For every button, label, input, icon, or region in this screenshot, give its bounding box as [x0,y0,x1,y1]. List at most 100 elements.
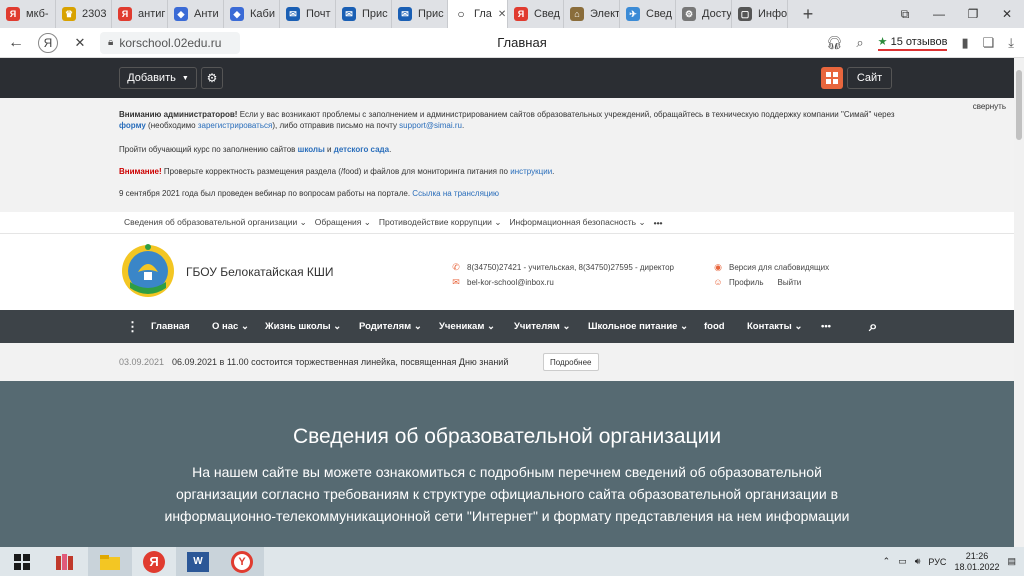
bookmark-icon[interactable]: ▮ [961,35,968,51]
restore-button[interactable]: ❐ [956,0,990,28]
close-tab-icon[interactable]: ✕ [498,9,506,20]
nav-item-students[interactable]: Ученикам ⌄ [439,321,495,332]
lock-icon: 🔒︎ [108,37,114,48]
user-icon: ☺ [713,277,723,287]
yandex-app-icon[interactable]: Я [132,547,176,576]
word-app-icon[interactable]: W [176,547,220,576]
more-button[interactable]: Подробнее [543,353,599,371]
address-bar: ← Я ✕ 🔒︎ korschool.02edu.ru Главная 🎧︎ ⌕… [0,28,1024,58]
school-course-link[interactable]: школы [298,145,325,154]
star-icon: ★ [877,35,888,48]
support-email-link[interactable]: support@simai.ru [399,121,462,130]
school-name[interactable]: ГБОУ Белокатайская КШИ [186,265,334,279]
browser-tab[interactable]: ✉ Почт [280,0,336,28]
nav-item-food-service[interactable]: Школьное питание ⌄ [588,321,688,332]
scrollbar-thumb[interactable] [1016,70,1022,140]
nav-item-home[interactable]: Главная [151,321,190,332]
browser-tab[interactable]: Я Свед [508,0,564,28]
back-button[interactable]: ← [0,34,32,52]
crest-icon: ♛ [62,7,76,21]
notifications-icon[interactable]: ▤ [1007,556,1016,567]
news-text[interactable]: 06.09.2021 в 11.00 состоится торжественн… [172,357,508,367]
profile-link[interactable]: Профиль [729,275,764,290]
search-icon[interactable]: ⌕ [869,318,877,335]
page-scrollbar[interactable] [1014,58,1024,547]
browser-tab[interactable]: ♛ 2303 [56,0,112,28]
user-actions: ◉ Версия для слабовидящих ☺ Профиль Выйти [713,260,829,290]
volume-icon[interactable]: 🔊︎ [915,556,921,567]
chevron-down-icon: ⌄ [794,321,803,332]
chevron-down-icon: ⌄ [494,217,502,227]
register-link[interactable]: зарегистрироваться [198,121,272,130]
download-icon[interactable]: ⤓ [1008,35,1014,51]
browser-tab-label: мкб- [26,8,49,20]
info-menu-item-svedeniya[interactable]: Сведения об образовательной организации … [124,217,307,228]
info-menu-item-security[interactable]: Информационная безопасность ⌄ [509,217,645,228]
clock[interactable]: 21:26 18.01.2022 [954,551,999,573]
nav-item-school-life[interactable]: Жизнь школы ⌄ [265,321,341,332]
windows-start-icon[interactable] [0,547,44,576]
collections-icon[interactable]: ⧉ [888,0,922,28]
bashkortostan-emblem-icon[interactable] [120,242,176,300]
reviews-badge[interactable]: ★ 15 отзывов [877,35,948,51]
grid-button[interactable] [821,67,843,89]
browser-tab[interactable]: ▢ Инфо [732,0,788,28]
settings-button[interactable]: ⚙ [201,67,223,89]
search-icon[interactable]: ⌕ [856,35,863,51]
kindergarten-course-link[interactable]: детского сада [334,145,389,154]
hero-title: Сведения об образовательной организации [292,425,722,448]
nav-item-teachers[interactable]: Учителям ⌄ [514,321,570,332]
form-link[interactable]: форму [119,121,146,130]
more-dots-icon[interactable]: ••• [654,218,663,228]
instruction-link[interactable]: инструкции [510,167,552,176]
email-text[interactable]: bel-kor-school@inbox.ru [467,275,554,290]
yandex-home-button[interactable]: Я [38,32,58,53]
info-menu-item-anticorruption[interactable]: Противодействие коррупции ⌄ [379,217,502,228]
vision-version-link[interactable]: ◉ Версия для слабовидящих [713,260,829,275]
nav-item-parents[interactable]: Родителям ⌄ [359,321,422,332]
browser-tab[interactable]: ✉ Прис [392,0,448,28]
network-icon[interactable]: ▭ [898,556,907,567]
library-app-icon[interactable] [44,547,88,576]
browser-tab-label: Свед [534,8,560,20]
add-button[interactable]: Добавить ▼ [119,67,197,89]
browser-tab[interactable]: Ямкб- [0,0,56,28]
browser-tab[interactable]: ⌂ Элект [564,0,620,28]
language-indicator[interactable]: РУС [928,557,946,567]
yandex-icon: Я [514,7,528,21]
new-tab-button[interactable]: + [794,0,822,28]
close-window-button[interactable]: ✕ [990,0,1024,28]
site-button[interactable]: Сайт [847,67,892,89]
browser-tab[interactable]: ○ Гла ✕ [448,0,508,28]
menu-dots-icon[interactable]: ⋮ [126,319,139,335]
school-icon: ⌂ [570,7,584,21]
stop-loading-button[interactable]: ✕ [64,35,96,51]
nav-item-contacts[interactable]: Контакты ⌄ [747,321,802,332]
more-dots-icon[interactable]: ••• [821,321,831,332]
chevron-down-icon: ⌄ [333,321,342,332]
chevron-down-icon: ⌄ [562,321,571,332]
yandex-browser-icon[interactable]: Y [220,547,264,576]
site-header: ГБОУ Белокатайская КШИ ✆ 8(34750)27421 - … [0,234,1014,310]
file-explorer-icon[interactable] [88,547,132,576]
chevron-down-icon: ⌄ [638,217,646,227]
logout-link[interactable]: Выйти [778,275,802,290]
chevron-up-icon[interactable]: ⌃ [883,556,891,567]
info-menu-item-obrascheniya[interactable]: Обращения ⌄ [315,217,371,228]
browser-tab[interactable]: ✉ Прис [336,0,392,28]
caret-down-icon: ▼ [181,74,189,82]
extensions-icon[interactable]: ❏ [983,35,995,51]
broadcast-link[interactable]: Ссылка на трансляцию [412,189,499,198]
url-field[interactable]: 🔒︎ korschool.02edu.ru [100,31,240,54]
headphones-icon[interactable]: 🎧︎ [826,35,843,51]
minimize-button[interactable]: — [922,0,956,28]
url-text: korschool.02edu.ru [119,35,222,50]
browser-tab[interactable]: ✈ Свед [620,0,676,28]
browser-tab[interactable]: ◆ Анти [168,0,224,28]
browser-tab[interactable]: ⚙ Досту [676,0,732,28]
browser-tab[interactable]: Яантиг [112,0,168,28]
collapse-link[interactable]: свернуть [973,101,1006,112]
nav-item-about[interactable]: О нас ⌄ [212,321,249,332]
nav-item-food[interactable]: food [704,321,725,332]
browser-tab[interactable]: ◆ Каби [224,0,280,28]
